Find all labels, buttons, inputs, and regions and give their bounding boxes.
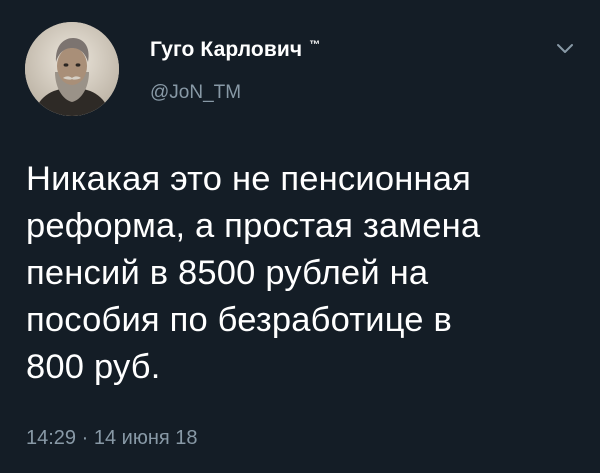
author-handle[interactable]: @JoN_TM: [150, 82, 241, 104]
tweet-text: Никакая это не пенсионная реформа, а про…: [26, 156, 586, 391]
tweet-time: 14:29: [26, 427, 77, 449]
tweet-date: 14 июня 18: [93, 427, 198, 449]
tweet-text-line: 800 руб.: [26, 348, 161, 386]
author-display-name[interactable]: Гуго Карлович: [150, 38, 302, 62]
tweet-timestamp[interactable]: 14:29 · 14 июня 18: [26, 427, 198, 450]
tweet-text-line: пособия по безработице в: [26, 301, 452, 339]
author-name-row[interactable]: Гуго Карлович ™: [150, 38, 320, 62]
tweet-card: Гуго Карлович ™ @JoN_TM Никакая это не п…: [0, 0, 600, 473]
author-avatar[interactable]: [25, 22, 119, 116]
trademark-mark: ™: [309, 39, 321, 51]
chevron-down-icon[interactable]: [555, 41, 575, 55]
tweet-text-line: реформа, а простая замена: [26, 207, 481, 245]
meta-separator: ·: [81, 427, 89, 449]
tweet-text-line: пенсий в 8500 рублей на: [26, 254, 429, 292]
portrait-avatar-icon: [25, 22, 119, 116]
tweet-text-line: Никакая это не пенсионная: [26, 160, 471, 198]
